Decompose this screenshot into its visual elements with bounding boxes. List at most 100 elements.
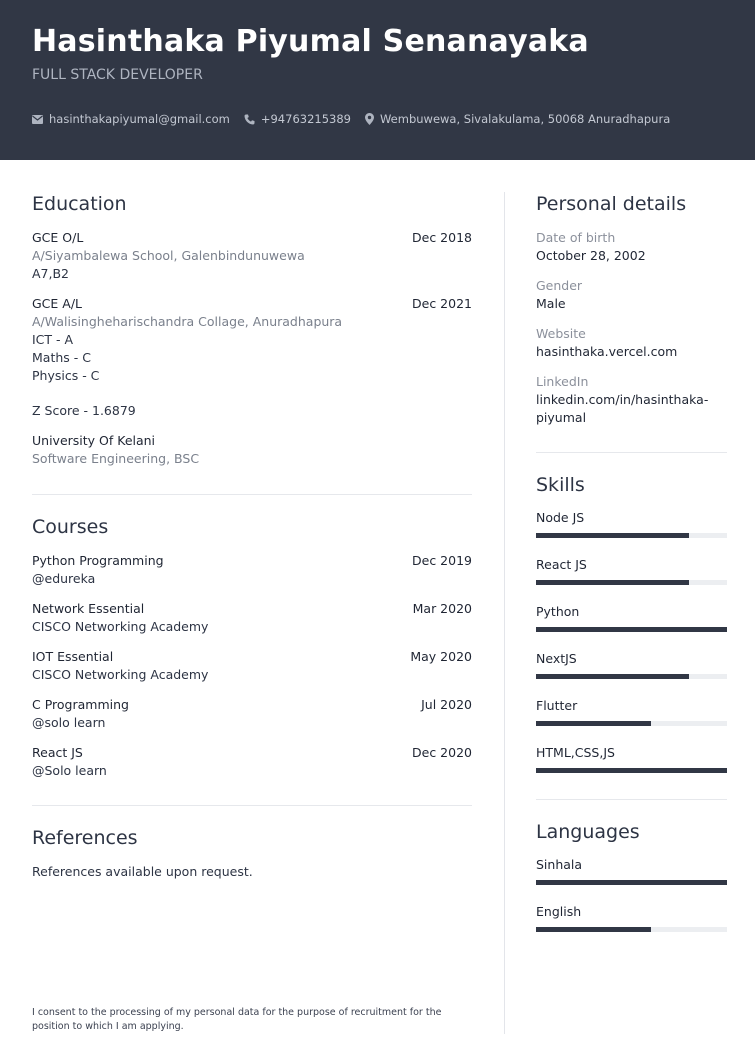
entry-date: Dec 2021 xyxy=(412,296,472,311)
course-name: C Programming xyxy=(32,697,129,712)
level-row: Node JS xyxy=(536,509,727,538)
course-entry: React JS Dec 2020 @Solo learn xyxy=(32,744,472,780)
level-row: Python xyxy=(536,603,727,632)
detail-dob: Date of birth October 28, 2002 xyxy=(536,229,727,265)
consent-clause: I consent to the processing of my person… xyxy=(32,1007,442,1032)
course-entry: IOT Essential May 2020 CISCO Networking … xyxy=(32,648,472,684)
course-provider: @Solo learn xyxy=(32,763,107,778)
education-entry-al: GCE A/L Dec 2021 A/Walisingheharischandr… xyxy=(32,295,472,420)
contact-bar: hasinthakapiyumal@gmail.com +94763215389… xyxy=(32,112,684,126)
course-date: May 2020 xyxy=(410,649,472,664)
contact-email[interactable]: hasinthakapiyumal@gmail.com xyxy=(32,112,230,126)
skills-list: Node JS React JS Python NextJS Flutter HTML,C… xyxy=(536,509,727,773)
education-entry-university: University Of Kelani Software Engineerin… xyxy=(32,432,472,468)
level-bar xyxy=(536,721,727,726)
level-bar xyxy=(536,627,727,632)
resume-header: Hasinthaka Piyumal Senanayaka FULL STACK… xyxy=(0,0,755,160)
course-provider: @solo learn xyxy=(32,715,106,730)
phone-text: +94763215389 xyxy=(260,112,351,126)
level-row: Sinhala xyxy=(536,856,727,885)
references-note: References available upon request. xyxy=(32,864,253,879)
course-entry: C Programming Jul 2020 @solo learn xyxy=(32,696,472,732)
entry-title: GCE O/L xyxy=(32,230,84,245)
course-entry: Network Essential Mar 2020 CISCO Network… xyxy=(32,600,472,636)
level-bar xyxy=(536,927,727,932)
level-name: Flutter xyxy=(536,698,578,713)
course-date: Mar 2020 xyxy=(412,601,472,616)
course-date: Dec 2020 xyxy=(412,745,472,760)
detail-gender: Gender Male xyxy=(536,277,727,313)
result-maths: Maths - C xyxy=(32,350,91,365)
languages-list: Sinhala English xyxy=(536,856,727,932)
level-row: React JS xyxy=(536,556,727,585)
level-name: English xyxy=(536,904,582,919)
level-row: NextJS xyxy=(536,650,727,679)
linkedin-label: LinkedIn xyxy=(536,374,589,389)
courses-heading: Courses xyxy=(32,516,109,538)
entry-result: A7,B2 xyxy=(32,266,70,281)
contact-address: Wembuwewa, Sivalakulama, 50068 Anuradhap… xyxy=(364,112,671,126)
section-divider xyxy=(536,452,727,453)
envelope-icon xyxy=(32,114,43,124)
candidate-name: Hasinthaka Piyumal Senanayaka xyxy=(32,24,589,59)
course-name: Python Programming xyxy=(32,553,164,568)
skills-heading: Skills xyxy=(536,474,585,496)
column-divider xyxy=(504,192,505,1034)
course-provider: @edureka xyxy=(32,571,96,586)
dob-label: Date of birth xyxy=(536,230,616,245)
entry-date: Dec 2018 xyxy=(412,230,472,245)
languages-heading: Languages xyxy=(536,821,640,843)
result-physics: Physics - C xyxy=(32,368,100,383)
level-bar-fill xyxy=(536,768,727,773)
references-text: References available upon request. xyxy=(32,863,472,881)
course-provider: CISCO Networking Academy xyxy=(32,667,209,682)
result-ict: ICT - A xyxy=(32,332,74,347)
detail-website: Website hasinthaka.vercel.com xyxy=(536,325,727,361)
level-bar-fill xyxy=(536,721,651,726)
address-text: Wembuwewa, Sivalakulama, 50068 Anuradhap… xyxy=(379,112,671,126)
job-title: FULL STACK DEVELOPER xyxy=(32,67,203,83)
entry-school: A/Walisingheharischandra Collage, Anurad… xyxy=(32,314,343,329)
entry-title: GCE A/L xyxy=(32,296,83,311)
entry-title: University Of Kelani xyxy=(32,433,156,448)
level-row: English xyxy=(536,903,727,932)
level-name: Sinhala xyxy=(536,857,583,872)
section-divider xyxy=(32,805,472,806)
level-bar-fill xyxy=(536,627,727,632)
course-name: React JS xyxy=(32,745,83,760)
z-score: Z Score - 1.6879 xyxy=(32,403,136,418)
section-divider xyxy=(32,494,472,495)
level-bar xyxy=(536,768,727,773)
linkedin-link[interactable]: linkedin.com/in/hasinthaka- piyumal xyxy=(536,391,727,427)
level-bar xyxy=(536,674,727,679)
dob-value: October 28, 2002 xyxy=(536,248,646,263)
personal-details-heading: Personal details xyxy=(536,193,687,215)
level-row: HTML,CSS,JS xyxy=(536,744,727,773)
entry-school: A/Siyambalewa School, Galenbindunuwewa xyxy=(32,248,305,263)
gender-value: Male xyxy=(536,296,566,311)
website-link[interactable]: hasinthaka.vercel.com xyxy=(536,343,727,361)
course-date: Dec 2019 xyxy=(412,553,472,568)
level-name: Python xyxy=(536,604,580,619)
course-date: Jul 2020 xyxy=(421,697,472,712)
course-entry: Python Programming Dec 2019 @edureka xyxy=(32,552,472,588)
level-bar-fill xyxy=(536,880,727,885)
education-entry-ol: GCE O/L Dec 2018 A/Siyambalewa School, G… xyxy=(32,229,472,283)
sidebar-column: Personal details Date of birth October 2… xyxy=(536,192,727,932)
level-bar xyxy=(536,880,727,885)
gender-label: Gender xyxy=(536,278,583,293)
detail-linkedin: LinkedIn linkedin.com/in/hasinthaka- piy… xyxy=(536,373,727,427)
linkedin-line-1: linkedin.com/in/hasinthaka- xyxy=(536,392,709,407)
email-text: hasinthakapiyumal@gmail.com xyxy=(49,112,230,126)
level-name: Node JS xyxy=(536,510,585,525)
level-name: React JS xyxy=(536,557,587,572)
level-bar-fill xyxy=(536,533,689,538)
level-row: Flutter xyxy=(536,697,727,726)
course-provider: CISCO Networking Academy xyxy=(32,619,209,634)
level-name: NextJS xyxy=(536,651,577,666)
section-divider xyxy=(536,799,727,800)
level-bar xyxy=(536,533,727,538)
level-bar-fill xyxy=(536,580,689,585)
contact-phone[interactable]: +94763215389 xyxy=(244,112,351,126)
course-name: Network Essential xyxy=(32,601,145,616)
